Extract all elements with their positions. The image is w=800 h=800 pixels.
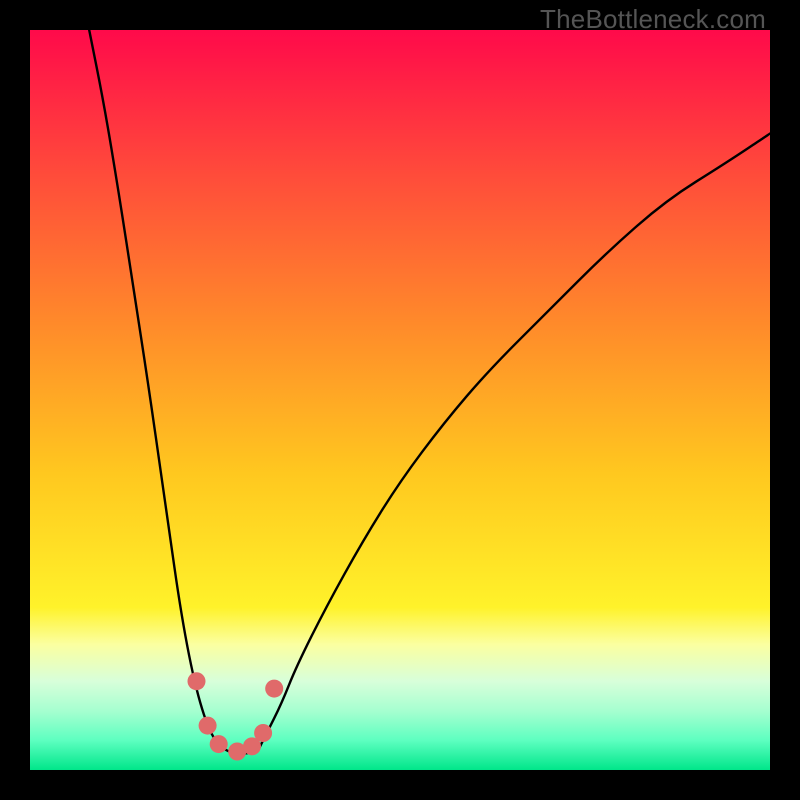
chart-svg [30, 30, 770, 770]
data-marker [265, 680, 283, 698]
data-marker [199, 717, 217, 735]
data-marker [254, 724, 272, 742]
data-marker [188, 672, 206, 690]
chart-background [30, 30, 770, 770]
data-marker [210, 735, 228, 753]
plot-frame [30, 30, 770, 770]
